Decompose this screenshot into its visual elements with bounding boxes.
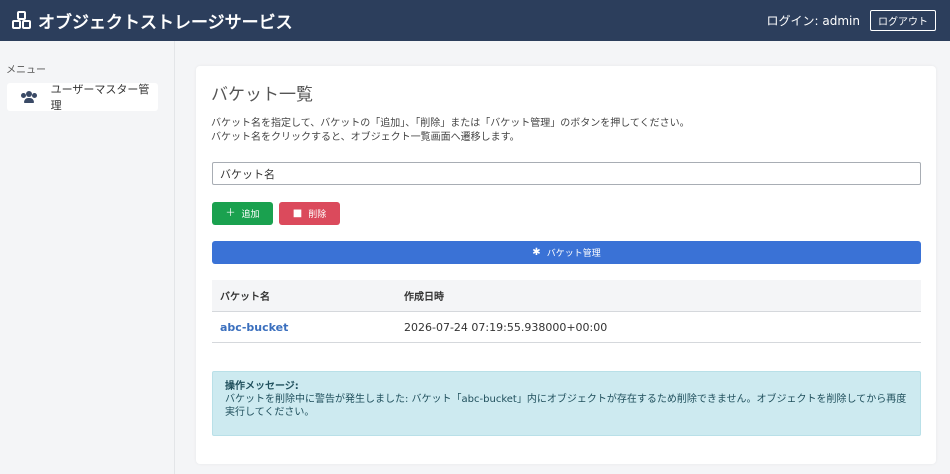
- gear-icon: ✱: [532, 246, 541, 258]
- sidebar-item-label: ユーザーマスター管理: [50, 83, 150, 112]
- alert-title: 操作メッセージ:: [225, 381, 299, 392]
- created-at-cell: 2026-07-24 07:19:55.938000+00:00: [404, 320, 608, 334]
- delete-button-label: 削除: [308, 210, 327, 220]
- logout-button[interactable]: ログアウト: [870, 10, 936, 31]
- bucket-manage-button-label: バケット管理: [546, 249, 601, 259]
- login-status: ログイン: admin: [766, 14, 860, 28]
- column-bucket-name: バケット名: [220, 292, 270, 303]
- table-header: バケット名 作成日時: [212, 280, 921, 312]
- description-line-2: バケット名をクリックすると、オブジェクト一覧画面へ遷移します。: [211, 132, 520, 143]
- delete-button[interactable]: ■ 削除: [279, 202, 340, 225]
- alert-message: バケットを削除中に警告が発生しました: バケット「abc-bucket」内にオブ…: [225, 394, 907, 418]
- bucket-manage-button[interactable]: ✱ バケット管理: [212, 241, 921, 264]
- bucket-name-input[interactable]: [212, 162, 921, 185]
- page-title: バケット一覧: [211, 85, 313, 105]
- table-row: abc-bucket 2026-07-24 07:19:55.938000+00…: [212, 312, 921, 343]
- operation-message-alert: 操作メッセージ: バケットを削除中に警告が発生しました: バケット「abc-bu…: [212, 371, 921, 436]
- add-button[interactable]: ＋ 追加: [212, 202, 273, 225]
- column-created-at: 作成日時: [404, 292, 444, 303]
- plus-icon: ＋: [225, 207, 236, 219]
- trash-icon: ■: [292, 207, 303, 219]
- app-title: オブジェクトストレージサービス: [38, 13, 293, 33]
- add-button-label: 追加: [241, 210, 260, 220]
- sidebar: メニュー ユーザーマスター管理: [0, 41, 175, 474]
- app-brand: オブジェクトストレージサービス: [12, 8, 293, 33]
- cubes-icon: [12, 10, 32, 31]
- top-header: オブジェクトストレージサービス ログイン: admin ログアウト: [0, 0, 950, 41]
- page-description: バケット名を指定して、バケットの「追加」、「削除」または「バケット管理」のボタン…: [211, 117, 690, 145]
- users-icon: [21, 91, 37, 103]
- description-line-1: バケット名を指定して、バケットの「追加」、「削除」または「バケット管理」のボタン…: [211, 118, 690, 129]
- bucket-table: バケット名 作成日時 abc-bucket 2026-07-24 07:19:5…: [212, 280, 921, 343]
- bucket-link[interactable]: abc-bucket: [220, 321, 288, 334]
- sidebar-item-user-master[interactable]: ユーザーマスター管理: [7, 83, 158, 112]
- menu-title: メニュー: [6, 65, 46, 76]
- user-area: ログイン: admin ログアウト: [767, 10, 936, 31]
- bucket-list-card: バケット一覧 バケット名を指定して、バケットの「追加」、「削除」または「バケット…: [196, 66, 936, 464]
